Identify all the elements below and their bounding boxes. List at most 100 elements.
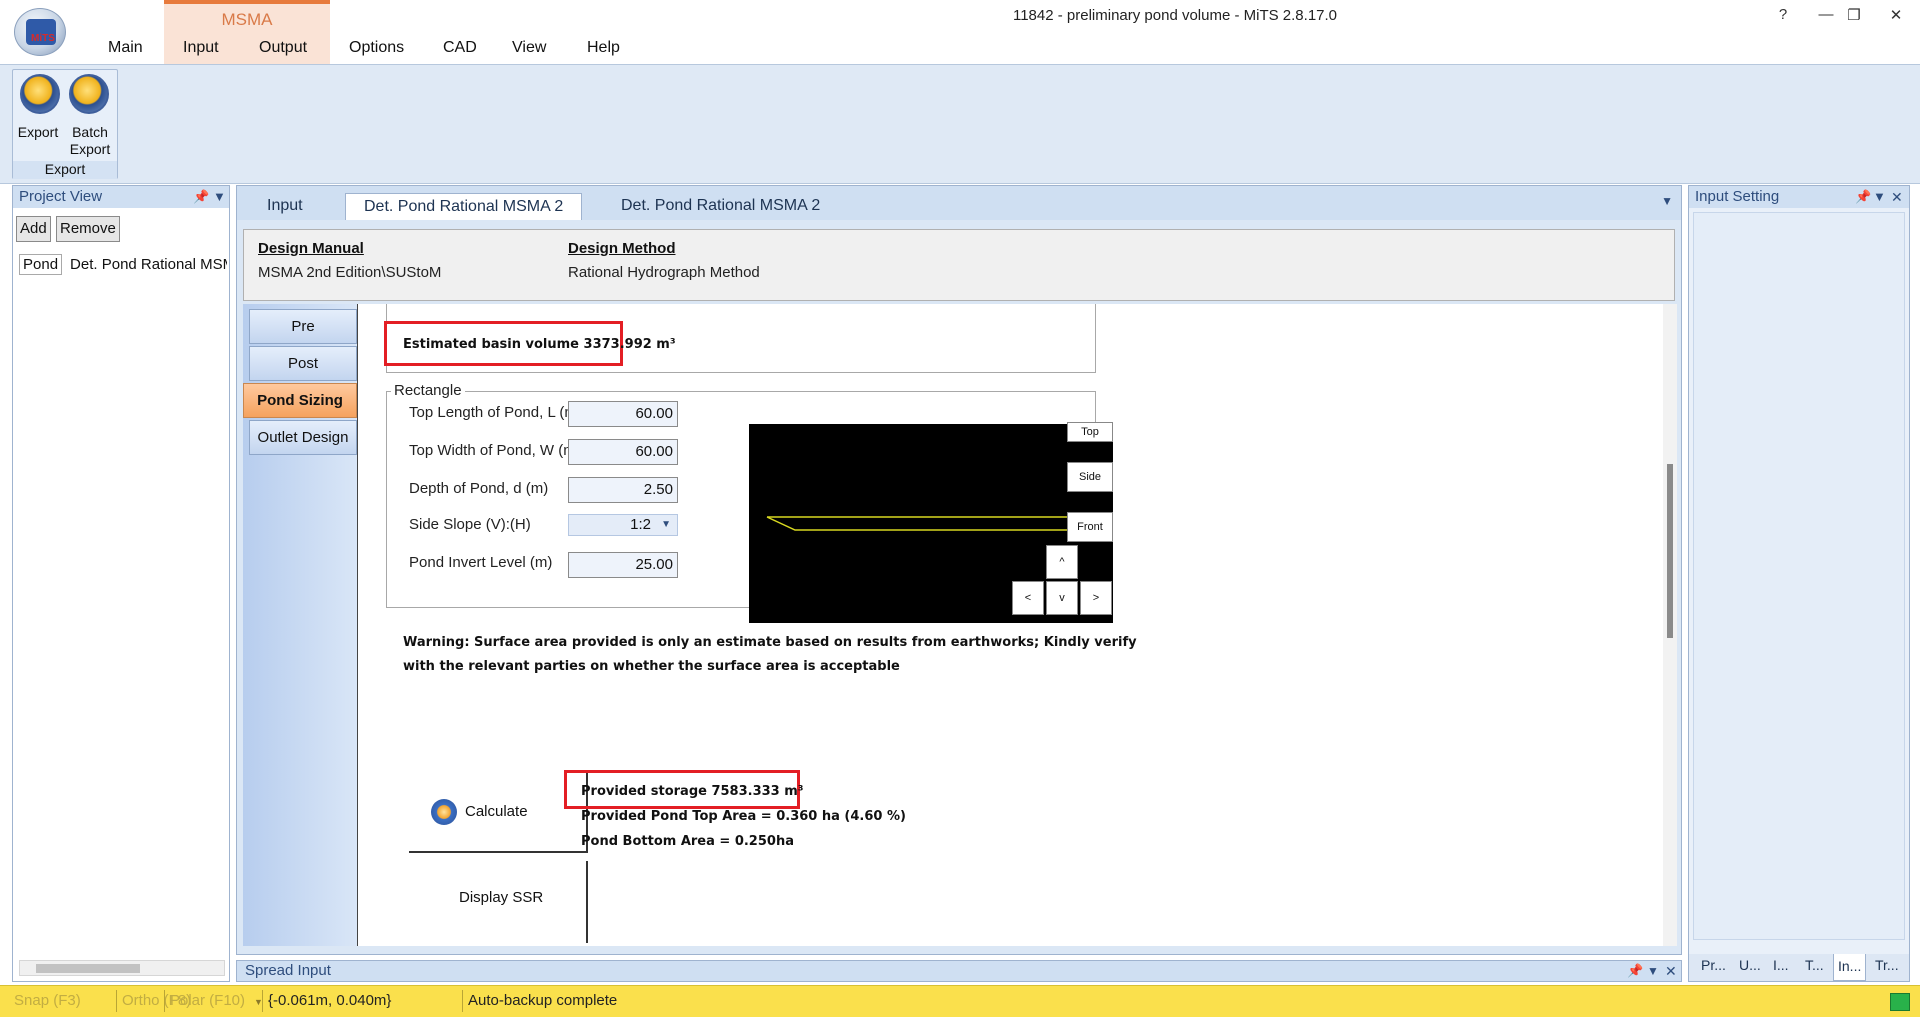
export-group-label: Export <box>13 161 117 179</box>
is-tab-3[interactable]: I... <box>1773 957 1789 973</box>
snap-toggle[interactable]: Snap (F3) <box>14 992 81 1009</box>
is-tab-4[interactable]: T... <box>1805 957 1824 973</box>
view-front-button[interactable]: Front <box>1067 512 1113 542</box>
batch-export-button-line1[interactable]: Batch <box>65 124 115 140</box>
remove-button[interactable]: Remove <box>56 216 120 242</box>
chevron-down-icon[interactable]: ▼ <box>1647 961 1659 981</box>
scrollbar-thumb[interactable] <box>1667 464 1673 638</box>
content-scrollbar[interactable] <box>1663 304 1677 946</box>
ribbon-tab-main[interactable]: Main <box>108 39 143 57</box>
top-length-label: Top Length of Pond, L (m) <box>409 404 582 421</box>
ribbon-tab-help[interactable]: Help <box>587 39 620 57</box>
help-icon[interactable]: ? <box>1772 6 1794 23</box>
estimated-basin-volume: Estimated basin volume 3373.992 m³ <box>403 337 676 352</box>
pan-down-button[interactable]: v <box>1046 581 1078 615</box>
spread-input-title: Spread Input <box>245 962 331 979</box>
title-bar: MiTS MSMA 11842 - preliminary pond volum… <box>0 0 1920 64</box>
ribbon-tab-options[interactable]: Options <box>349 39 404 57</box>
document-tab-strip: Input Det. Pond Rational MSMA 2 Det. Pon… <box>237 186 1681 220</box>
close-icon[interactable]: ✕ <box>1665 961 1677 981</box>
project-item-tag: Pond <box>19 254 63 275</box>
project-item-label: Det. Pond Rational MSMA 2 <box>70 256 227 273</box>
invert-level-input[interactable]: 25.00 <box>568 552 678 578</box>
design-info-header: Design Manual MSMA 2nd Edition\SUStoM De… <box>243 229 1675 301</box>
pan-up-button[interactable]: ^ <box>1046 545 1078 579</box>
batch-export-icon[interactable] <box>69 74 109 114</box>
calculate-button[interactable]: Calculate <box>409 773 588 853</box>
add-button[interactable]: Add <box>16 216 51 242</box>
is-tab-6[interactable]: Tr... <box>1875 957 1899 973</box>
nav-outlet-design[interactable]: Outlet Design <box>249 420 357 455</box>
project-view-header: Project View 📌 ▼ <box>13 186 229 208</box>
side-slope-label: Side Slope (V):(H) <box>409 516 531 533</box>
invert-level-label: Pond Invert Level (m) <box>409 554 553 571</box>
restore-icon[interactable]: ❐ <box>1843 6 1865 24</box>
provided-storage: Provided storage 7583.333 m³ <box>581 784 804 799</box>
doc-tab-pond[interactable]: Det. Pond Rational MSMA 2 <box>603 193 838 220</box>
chevron-down-icon[interactable]: ▼ <box>213 186 226 208</box>
status-indicator <box>1890 993 1910 1011</box>
chevron-down-icon: ▼ <box>661 519 671 530</box>
design-manual-value: MSMA 2nd Edition\SUStoM <box>258 264 442 281</box>
input-setting-panel: Input Setting 📌 ▼ ✕ Pr... U... I... T...… <box>1688 185 1910 982</box>
doc-tab-pond-active[interactable]: Det. Pond Rational MSMA 2 <box>345 193 583 220</box>
ribbon-tab-output[interactable]: Output <box>259 39 307 57</box>
document-area: Input Det. Pond Rational MSMA 2 Det. Pon… <box>236 185 1682 955</box>
is-tab-5-active[interactable]: In... <box>1833 954 1867 981</box>
status-separator <box>116 990 117 1012</box>
export-icon[interactable] <box>20 74 60 114</box>
display-ssr-button[interactable]: Display SSR <box>409 861 588 943</box>
input-setting-header: Input Setting 📌 ▼ ✕ <box>1689 186 1909 208</box>
status-bar: Snap (F3) Ortho (F8) Polar (F10) ▼ {-0.0… <box>0 985 1920 1017</box>
close-icon[interactable]: ✕ <box>1891 186 1903 208</box>
pin-icon[interactable]: 📌 <box>193 186 209 208</box>
nav-pre[interactable]: Pre <box>249 309 357 344</box>
spread-input-panel[interactable]: Spread Input 📌 ▼ ✕ <box>236 960 1682 982</box>
close-icon[interactable]: ✕ <box>1885 6 1907 24</box>
export-button[interactable]: Export <box>13 124 63 140</box>
top-length-input[interactable]: 60.00 <box>568 401 678 427</box>
depth-input[interactable]: 2.50 <box>568 477 678 503</box>
depth-label: Depth of Pond, d (m) <box>409 480 549 497</box>
tab-list-dropdown-icon[interactable]: ▼ <box>1661 194 1673 208</box>
side-navigation: Pre Post Pond Sizing Outlet Design <box>243 304 357 946</box>
is-tab-2[interactable]: U... <box>1739 957 1761 973</box>
side-slope-select[interactable]: 1:2 ▼ <box>568 514 678 536</box>
ribbon-tab-view[interactable]: View <box>512 39 546 57</box>
design-method-label: Design Method <box>568 240 676 257</box>
scrollbar-thumb[interactable] <box>36 964 140 973</box>
project-view-panel: Project View 📌 ▼ Add Remove Pond Det. Pon… <box>12 185 230 982</box>
pan-left-button[interactable]: < <box>1012 581 1044 615</box>
status-separator <box>262 990 263 1012</box>
pond-sizing-content: Estimated basin volume 3373.992 m³ Recta… <box>357 304 1677 946</box>
nav-post[interactable]: Post <box>249 346 357 381</box>
pond-3d-preview[interactable]: Top Side Front ^ < v > <box>749 422 1113 623</box>
batch-export-button-line2[interactable]: Export <box>65 141 115 157</box>
polar-toggle[interactable]: Polar (F10) <box>170 992 245 1009</box>
calculate-label: Calculate <box>465 803 528 820</box>
pin-icon[interactable]: 📌 <box>1627 961 1643 981</box>
warning-line-1: Warning: Surface area provided is only a… <box>403 635 1137 650</box>
provided-top-area: Provided Pond Top Area = 0.360 ha (4.60 … <box>581 809 906 824</box>
is-tab-1[interactable]: Pr... <box>1701 957 1726 973</box>
top-width-input[interactable]: 60.00 <box>568 439 678 465</box>
design-manual-label: Design Manual <box>258 240 364 257</box>
status-separator <box>462 990 463 1012</box>
ribbon-tab-cad[interactable]: CAD <box>443 39 477 57</box>
nav-pond-sizing[interactable]: Pond Sizing <box>243 383 357 418</box>
pan-right-button[interactable]: > <box>1080 581 1112 615</box>
project-view-scrollbar[interactable] <box>19 960 225 976</box>
pin-icon[interactable]: 📌 <box>1855 186 1871 208</box>
doc-tab-input[interactable]: Input <box>249 193 321 220</box>
warning-line-2: with the relevant parties on whether the… <box>403 659 900 674</box>
input-setting-tabs: Pr... U... I... T... In... Tr... <box>1689 954 1909 981</box>
view-top-button[interactable]: Top <box>1067 422 1113 442</box>
top-width-label: Top Width of Pond, W (m) <box>409 442 581 459</box>
chevron-down-icon[interactable]: ▼ <box>1873 186 1886 208</box>
input-setting-title: Input Setting <box>1695 188 1780 205</box>
minimize-icon[interactable]: — <box>1815 6 1837 23</box>
project-tree-item[interactable]: Pond Det. Pond Rational MSMA 2 <box>19 254 227 275</box>
view-side-button[interactable]: Side <box>1067 462 1113 492</box>
ribbon-tab-input[interactable]: Input <box>183 39 219 57</box>
design-method-value: Rational Hydrograph Method <box>568 264 760 281</box>
